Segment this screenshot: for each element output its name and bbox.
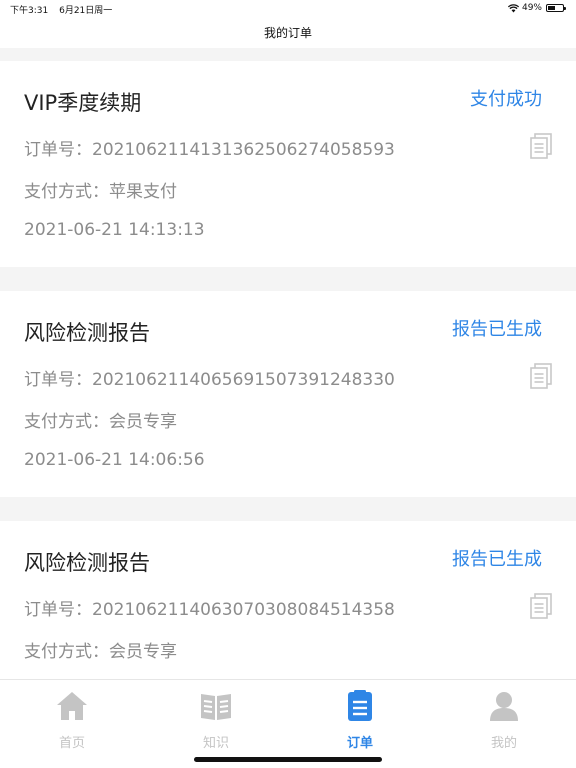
order-payment-method: 支付方式：会员专享 <box>24 412 177 432</box>
navigation-bar: 我的订单 <box>0 18 576 48</box>
order-list-icon <box>348 690 372 721</box>
status-right: 49% <box>507 3 566 13</box>
order-time: 2021-06-21 14:06:56 <box>24 450 205 470</box>
order-title: 风险检测报告 <box>24 551 150 575</box>
order-title: VIP季度续期 <box>24 91 142 115</box>
order-number: 订单号：20210621141313625062740585​93 <box>24 140 395 160</box>
battery-icon <box>546 4 566 12</box>
tab-orders[interactable]: 订单 <box>288 680 432 768</box>
order-card[interactable]: VIP季度续期 支付成功 订单号：20210621141313625062740… <box>0 61 576 267</box>
home-indicator <box>194 757 382 762</box>
home-icon <box>57 692 87 720</box>
battery-level <box>548 6 555 10</box>
tab-label: 首页 <box>58 736 85 751</box>
tab-knowledge[interactable]: 知识 <box>144 680 288 768</box>
wifi-icon <box>507 3 519 12</box>
book-icon <box>201 694 231 720</box>
status-date: 6月21日周一 <box>59 6 113 16</box>
tab-label: 知识 <box>202 736 229 751</box>
status-time: 下午3:31 <box>10 6 49 16</box>
order-number: 订单号：20210621140656915073912483​30 <box>24 370 395 390</box>
order-time: 2021-06-21 14:13:13 <box>24 220 205 240</box>
tab-home[interactable]: 首页 <box>0 680 144 768</box>
tab-label: 订单 <box>346 736 373 751</box>
order-number: 订单号：20210621140630703080845143​58 <box>24 600 395 620</box>
tab-label: 我的 <box>490 736 517 751</box>
order-status: 报告已生成 <box>452 319 542 340</box>
status-bar: 下午3:31 6月21日周一 49% <box>0 0 576 18</box>
order-status: 报告已生成 <box>452 549 542 570</box>
order-list: VIP季度续期 支付成功 订单号：20210621141313625062740… <box>0 61 576 751</box>
tab-bar: 首页 知识 订单 我的 <box>0 679 576 768</box>
copy-icon[interactable] <box>530 363 552 389</box>
order-status: 支付成功 <box>470 89 542 110</box>
user-icon <box>490 692 518 721</box>
tab-mine[interactable]: 我的 <box>432 680 576 768</box>
order-payment-method: 支付方式：苹果支付 <box>24 182 177 202</box>
order-card[interactable]: 风险检测报告 报告已生成 订单号：20210621140656915073912… <box>0 291 576 497</box>
order-title: 风险检测报告 <box>24 321 150 345</box>
status-left: 下午3:31 6月21日周一 <box>10 3 120 16</box>
copy-icon[interactable] <box>530 593 552 619</box>
order-payment-method: 支付方式：会员专享 <box>24 642 177 662</box>
copy-icon[interactable] <box>530 133 552 159</box>
page-title: 我的订单 <box>263 26 312 40</box>
battery-percent: 49% <box>521 3 542 13</box>
